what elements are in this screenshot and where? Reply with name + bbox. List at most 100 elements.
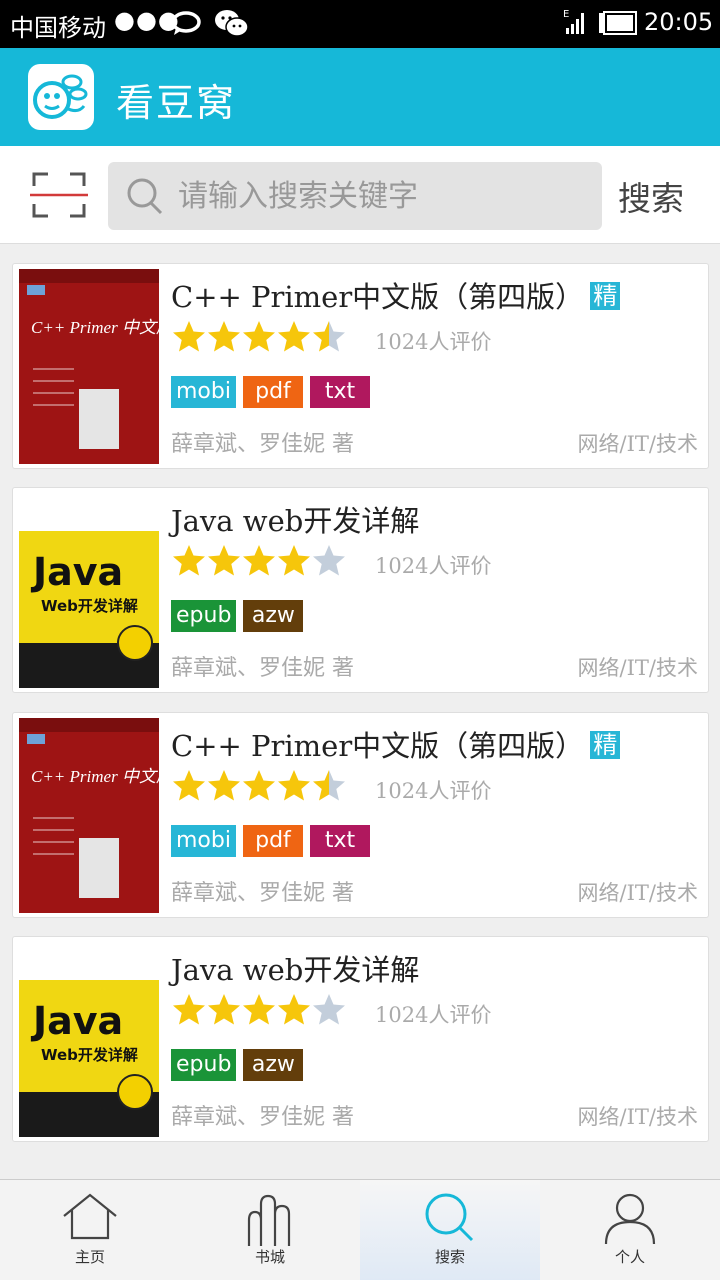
format-tag[interactable]: epub xyxy=(171,1049,237,1081)
cover-title: Java xyxy=(30,999,123,1043)
rating-count: 1024人评价 xyxy=(375,330,492,354)
nav-label: 书城 xyxy=(254,1248,285,1266)
home-icon xyxy=(63,1193,117,1240)
search-icon xyxy=(127,178,163,215)
nav-item-search[interactable]: 搜索 xyxy=(360,1180,540,1280)
book-author: 薛章斌、罗佳妮 著 xyxy=(171,656,354,681)
book-title-text: C++ Primer中文版（第四版） xyxy=(171,280,585,314)
book-title: Java web开发详解 xyxy=(171,947,419,989)
format-tag[interactable]: epub xyxy=(171,600,237,632)
format-tag[interactable]: pdf xyxy=(242,376,303,408)
nav-label: 主页 xyxy=(74,1248,105,1266)
search-button[interactable]: 搜索 xyxy=(618,172,684,220)
search-box[interactable] xyxy=(108,162,602,230)
nav-item-home[interactable]: 主页 xyxy=(0,1180,180,1280)
nav-label: 搜索 xyxy=(434,1248,465,1266)
cover-subtitle: Web开发详解 xyxy=(41,1046,138,1064)
app-title: 看豆窝 xyxy=(116,81,237,125)
book-card[interactable]: C++ Primer 中文版 C++ Primer中文版（第四版）精 1024人… xyxy=(12,263,709,469)
format-tags: epub azw xyxy=(171,1049,304,1081)
format-tag[interactable]: mobi xyxy=(171,825,236,857)
star-icon xyxy=(243,770,275,801)
book-category[interactable]: 网络/IT/技术 xyxy=(578,428,698,458)
format-tag[interactable]: txt xyxy=(309,376,370,408)
star-icon xyxy=(173,321,205,352)
book-cover: C++ Primer 中文版 xyxy=(19,718,159,913)
stars-graphic xyxy=(173,545,345,576)
star-rating xyxy=(171,319,351,355)
featured-badge: 精 xyxy=(590,282,621,310)
book-category[interactable]: 网络/IT/技术 xyxy=(578,1101,698,1131)
battery-icon xyxy=(598,11,638,39)
star-icon xyxy=(278,321,310,352)
star-icon xyxy=(278,770,310,801)
format-tag[interactable]: azw xyxy=(243,600,304,632)
app-bar: 看豆窝 xyxy=(0,48,720,146)
book-cover: C++ Primer 中文版 xyxy=(19,269,159,464)
star-icon xyxy=(173,770,205,801)
status-bar: 中国移动 ●●● E 20:05 xyxy=(0,0,720,48)
wechat-icon xyxy=(214,8,250,44)
star-icon xyxy=(278,994,310,1025)
book-category[interactable]: 网络/IT/技术 xyxy=(578,877,698,907)
book-title-text: Java web开发详解 xyxy=(171,953,420,987)
scan-icon xyxy=(30,172,88,218)
book-card[interactable]: Java Web开发详解 Java web开发详解 1024人评价 epub az… xyxy=(12,487,709,693)
star-icon xyxy=(313,545,345,576)
book-cover: Java Web开发详解 xyxy=(19,942,159,1137)
nav-item-bookstore[interactable]: 书城 xyxy=(180,1180,360,1280)
stars-graphic xyxy=(173,770,345,801)
star-icon xyxy=(243,994,275,1025)
featured-badge: 精 xyxy=(590,731,621,759)
star-icon xyxy=(313,994,345,1025)
star-icon xyxy=(208,321,240,352)
book-card[interactable]: Java Web开发详解 Java web开发详解 1024人评价 epub az… xyxy=(12,936,709,1142)
nav-label: 个人 xyxy=(614,1248,645,1266)
nav-item-profile[interactable]: 个人 xyxy=(540,1180,720,1280)
book-title-text: C++ Primer中文版（第四版） xyxy=(171,729,585,763)
rating-count: 1024人评价 xyxy=(375,779,492,803)
book-category[interactable]: 网络/IT/技术 xyxy=(578,652,698,682)
cover-title: C++ Primer 中文版 xyxy=(31,318,159,337)
star-icon xyxy=(208,994,240,1025)
book-cover: Java Web开发详解 xyxy=(19,493,159,688)
rating-count: 1024人评价 xyxy=(375,1003,492,1027)
scan-button[interactable] xyxy=(30,170,88,220)
bookshelf-icon xyxy=(247,1194,291,1246)
star-icon xyxy=(243,545,275,576)
star-icon xyxy=(173,545,205,576)
star-icon xyxy=(313,770,345,801)
message-icon xyxy=(170,10,202,40)
format-tag[interactable]: pdf xyxy=(242,825,303,857)
network-type: E xyxy=(563,9,569,20)
stars-graphic xyxy=(173,994,345,1025)
format-tag[interactable]: azw xyxy=(243,1049,304,1081)
book-author: 薛章斌、罗佳妮 著 xyxy=(171,432,354,457)
book-title: C++ Primer中文版（第四版）精 xyxy=(171,723,621,765)
book-author: 薛章斌、罗佳妮 著 xyxy=(171,881,354,906)
format-tags: epub azw xyxy=(171,600,304,632)
cell-signal-icon: E xyxy=(562,8,588,40)
star-rating xyxy=(171,543,351,579)
star-icon xyxy=(313,321,345,352)
star-icon xyxy=(208,770,240,801)
format-tags: mobi pdf txt xyxy=(171,376,370,408)
star-icon xyxy=(243,321,275,352)
user-icon xyxy=(604,1193,656,1244)
star-rating xyxy=(171,768,351,804)
format-tag[interactable]: txt xyxy=(309,825,370,857)
star-icon xyxy=(278,545,310,576)
format-tag[interactable]: mobi xyxy=(171,376,236,408)
search-input[interactable] xyxy=(178,170,588,222)
carrier-label: 中国移动 xyxy=(10,14,106,42)
cover-subtitle: Web开发详解 xyxy=(41,597,138,615)
star-icon xyxy=(173,994,205,1025)
book-card[interactable]: C++ Primer 中文版 C++ Primer中文版（第四版）精 1024人… xyxy=(12,712,709,918)
book-title: C++ Primer中文版（第四版）精 xyxy=(171,274,621,316)
app-logo-icon xyxy=(28,64,94,130)
book-author: 薛章斌、罗佳妮 著 xyxy=(171,1105,354,1130)
bottom-nav: 主页 书城 搜索 个人 xyxy=(0,1179,720,1280)
format-tags: mobi pdf txt xyxy=(171,825,370,857)
rating-count: 1024人评价 xyxy=(375,554,492,578)
star-icon xyxy=(208,545,240,576)
